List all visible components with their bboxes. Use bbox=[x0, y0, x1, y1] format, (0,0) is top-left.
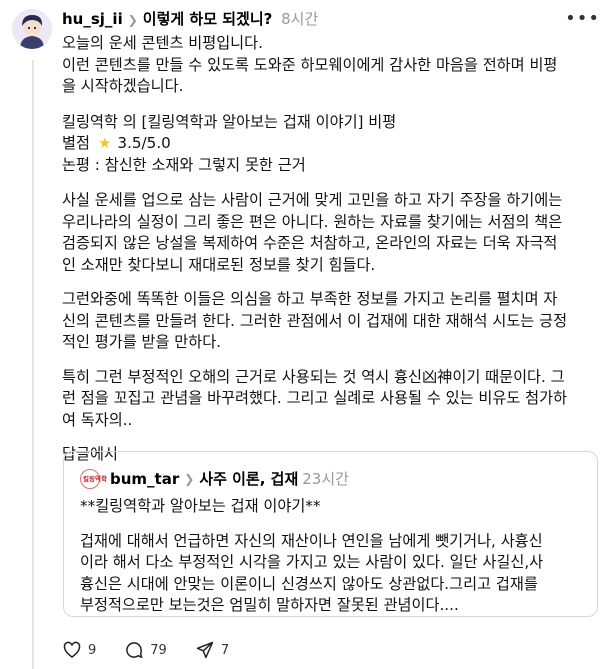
quoted-post[interactable]: 킬링역학 bum_tar ❯ 사주 이론, 겁재 23시간 **킬링역학과 알아보는… bbox=[63, 451, 598, 617]
chevron-right-icon: ❯ bbox=[127, 13, 138, 27]
quote-time: 23시간 bbox=[302, 470, 349, 488]
quote-text: 겁재에 대해서 언급하면 자신의 재산이나 연인을 남에게 뺏기거나, 사흉신 … bbox=[80, 531, 544, 615]
post-header: hu_sj_ii ❯ 이렇게 하모 되겠니? 8시간 bbox=[62, 8, 318, 31]
comment-icon bbox=[126, 642, 143, 659]
quote-title: **킬링역학과 알아보는 겁재 이야기** bbox=[80, 497, 321, 515]
star-icon: ★ bbox=[97, 134, 112, 152]
post-body: 오늘의 운세 콘텐츠 비평입니다. 이런 콘텐츠를 만들 수 있도록 도와준 하… bbox=[62, 33, 602, 466]
review-title: 킬링역학 의 [킬링역학과 알아보는 겁재 이야기] 비평 bbox=[62, 112, 397, 131]
share-button[interactable]: 7 bbox=[195, 640, 229, 660]
action-bar: 9 79 7 bbox=[62, 640, 257, 660]
post-time: 8시간 bbox=[281, 10, 319, 28]
thread-line bbox=[32, 60, 34, 669]
quote-topic[interactable]: 사주 이론, 겁재 bbox=[199, 468, 298, 490]
intro-text: 이런 콘텐츠를 만들 수 있도록 도와준 하모웨이에게 감사한 마음을 전하며 … bbox=[62, 55, 558, 96]
rating-value: 3.5/5.0 bbox=[117, 134, 171, 152]
rating: 별점 ★ 3.5/5.0 bbox=[62, 133, 602, 155]
quote-avatar-text: 킬링역학 bbox=[83, 474, 107, 483]
paragraph-1: 사실 운세를 업으로 삼는 사람이 근거에 맞게 고민을 하고 자기 주장을 하… bbox=[62, 191, 563, 274]
like-button[interactable]: 9 bbox=[62, 640, 96, 660]
share-count: 7 bbox=[220, 642, 230, 658]
heart-icon bbox=[63, 641, 81, 659]
intro-line: 오늘의 운세 콘텐츠 비평입니다. bbox=[62, 34, 263, 52]
summary: 논평 : 참신한 소재와 그렇지 못한 근거 bbox=[62, 155, 306, 174]
comment-button[interactable]: 79 bbox=[124, 640, 167, 660]
more-icon[interactable]: ••• bbox=[565, 8, 600, 29]
avatar[interactable] bbox=[12, 9, 52, 49]
chevron-right-icon: ❯ bbox=[184, 472, 195, 486]
quote-header: 킬링역학 bum_tar ❯ 사주 이론, 겁재 23시간 bbox=[80, 468, 349, 490]
username[interactable]: hu_sj_ii bbox=[62, 10, 123, 28]
quote-username[interactable]: bum_tar bbox=[110, 468, 179, 490]
paragraph-2: 그런와중에 똑똑한 이들은 의심을 하고 부족한 정보를 가지고 논리를 펼치며… bbox=[62, 290, 568, 351]
topic-tag[interactable]: 이렇게 하모 되겠니? bbox=[143, 10, 273, 28]
quote-avatar[interactable]: 킬링역학 bbox=[80, 469, 107, 489]
paragraph-3: 특히 그런 부정적인 오해의 근거로 사용되는 것 역시 흉신凶神이기 때문이다… bbox=[62, 367, 568, 429]
like-count: 9 bbox=[88, 642, 97, 658]
rating-label: 별점 bbox=[62, 134, 90, 152]
comment-count: 79 bbox=[150, 642, 167, 658]
send-icon bbox=[196, 641, 214, 659]
quote-body: **킬링역학과 알아보는 겁재 이야기** 겁재에 대해서 언급하면 자신의 재… bbox=[80, 496, 585, 617]
